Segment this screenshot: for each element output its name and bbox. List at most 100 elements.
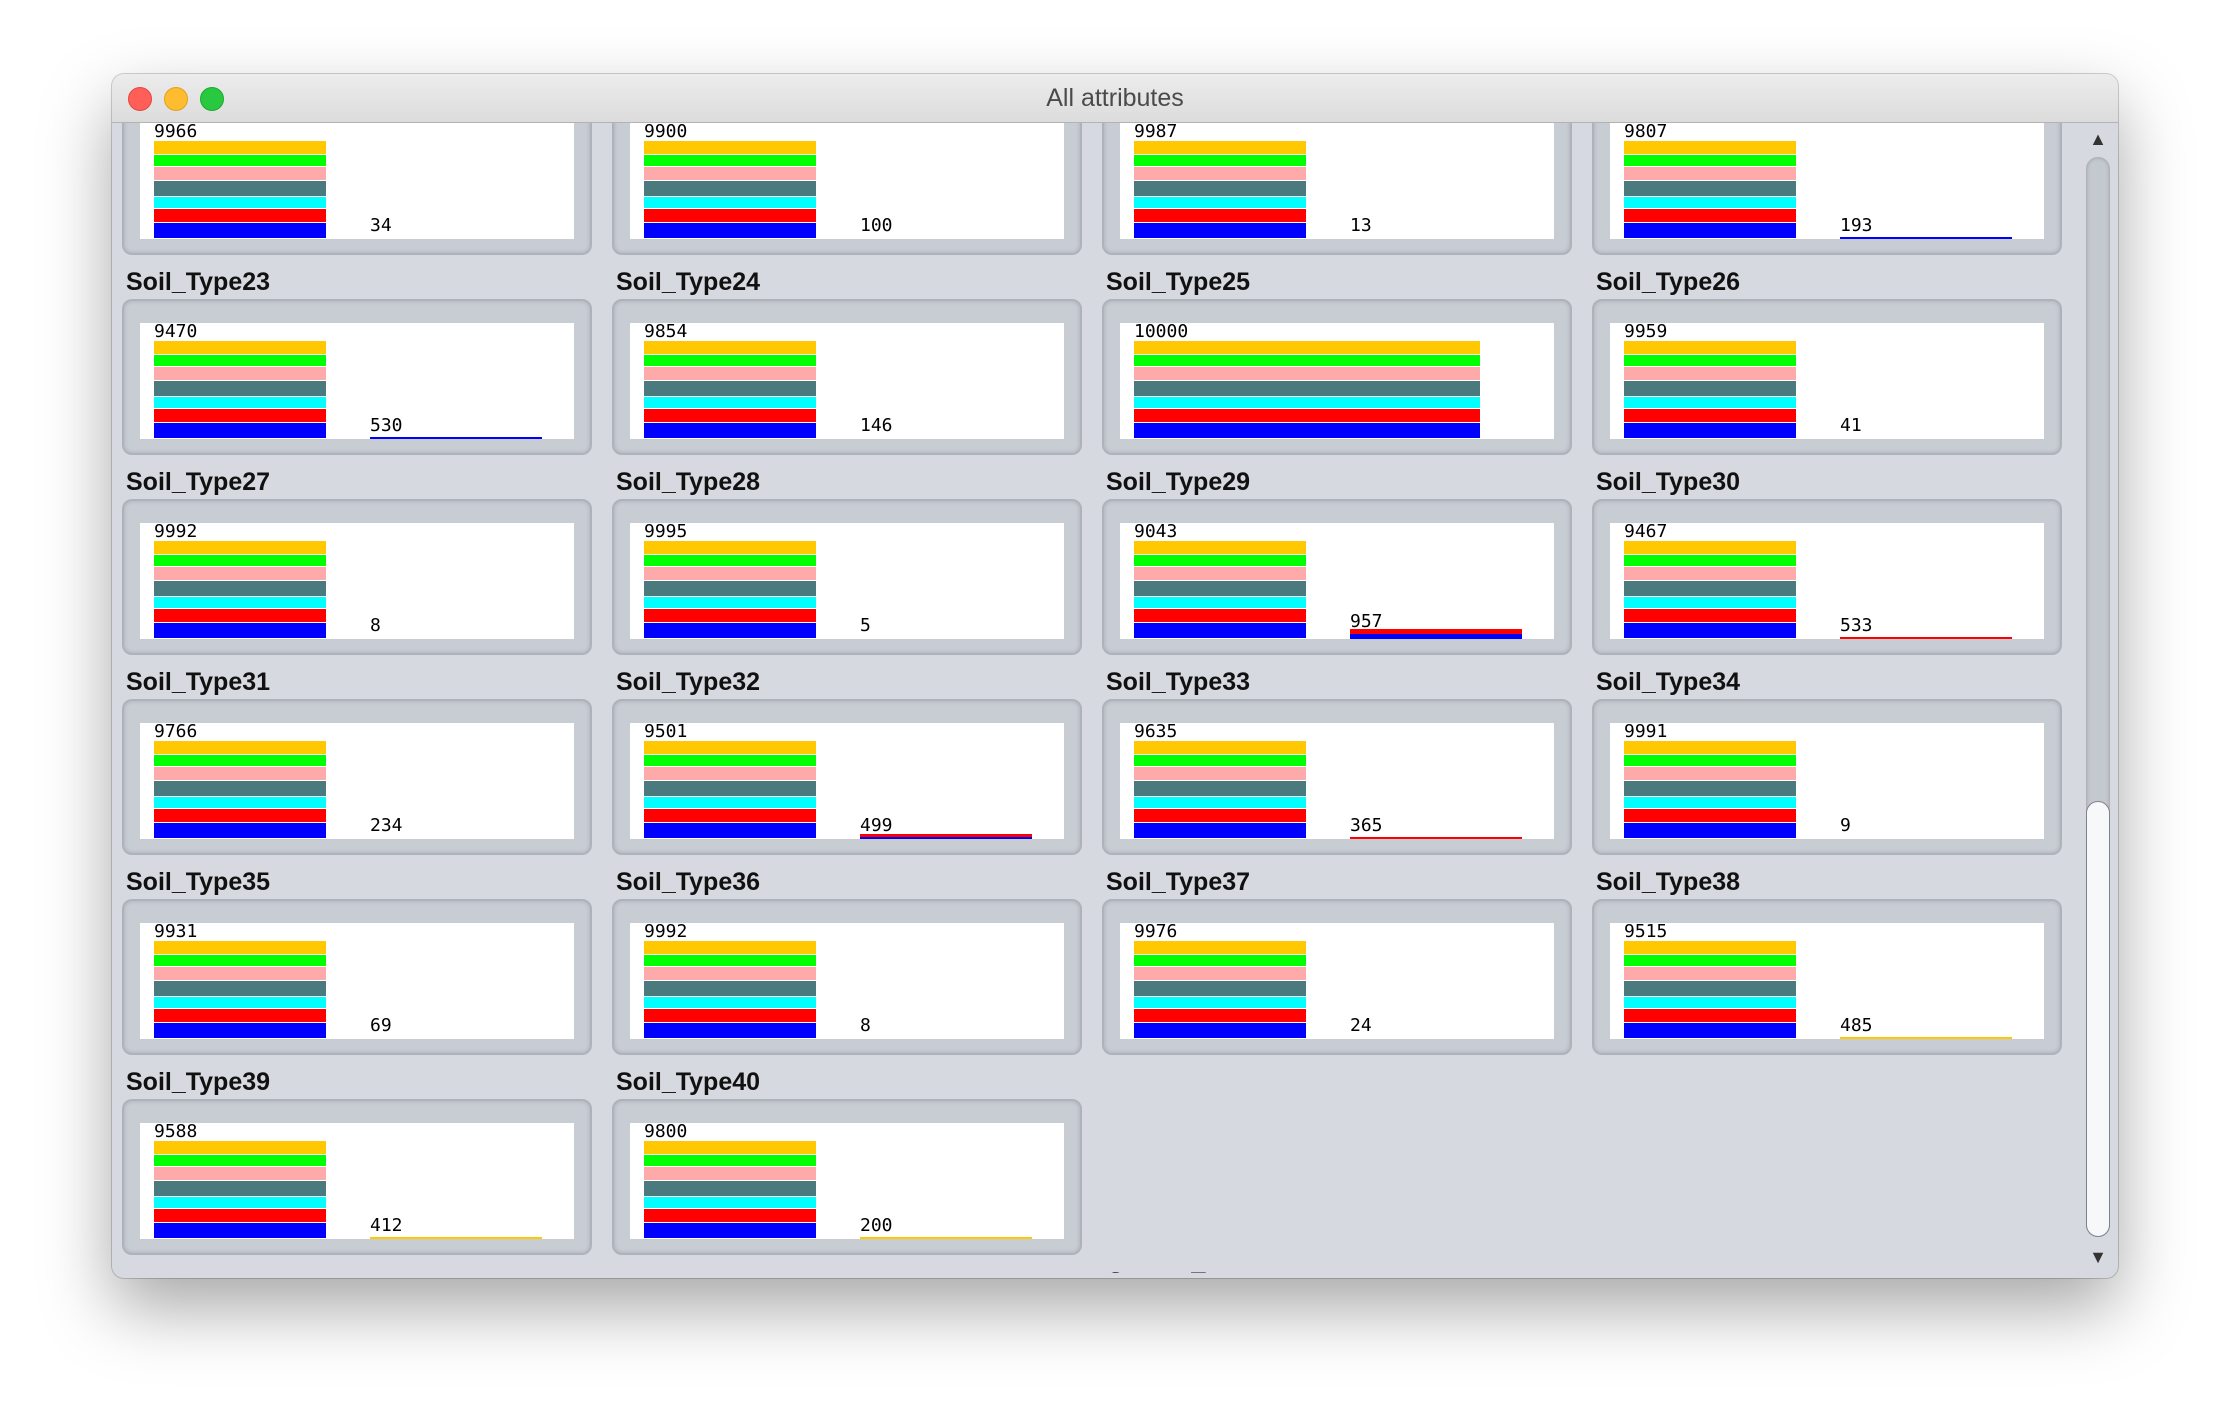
histogram-svg: 9995 5 [644, 523, 871, 638]
bar-segment [154, 797, 326, 808]
bar-segment [154, 367, 326, 380]
histogram-frame: 9470 530 [122, 299, 592, 455]
histogram-frame: 9635 365 [1102, 699, 1572, 855]
bar-count-label: 530 [370, 415, 403, 436]
attribute-tile[interactable]: Soil_Type27 9992 8 [120, 467, 596, 657]
bar-segment [154, 197, 326, 208]
bar-segment [1624, 809, 1796, 822]
bar-segment [154, 167, 326, 180]
bar-segment [644, 581, 816, 596]
bar-segment [1624, 597, 1796, 608]
vertical-scrollbar[interactable]: ▲ ▼ [2082, 123, 2114, 1273]
bar-count-label: 146 [860, 415, 893, 436]
bar-count-label: 365 [1350, 815, 1383, 836]
attribute-tile[interactable]: 9900 100 [610, 123, 1086, 257]
histogram-plot: 9515 485 [1610, 923, 2044, 1039]
bar-segment [644, 397, 816, 408]
histogram-frame: 9467 533 [1592, 499, 2062, 655]
bar-segment [1624, 141, 1796, 154]
bar-count-label: 9900 [644, 123, 687, 142]
bar-segment [644, 567, 816, 580]
attribute-tile[interactable]: Soil_Type38 9515 485 [1590, 867, 2066, 1057]
histogram-plot: 9043 957 [1120, 523, 1554, 639]
attribute-tile[interactable]: Soil_Type26 9959 41 [1590, 267, 2066, 457]
attribute-name: Soil_Type34 [1596, 668, 1741, 696]
attribute-tile[interactable]: Soil_Type32 9501 499 [610, 667, 1086, 857]
histogram-frame: 9800 200 [612, 1099, 1082, 1255]
attribute-tile[interactable]: Soil_Type37 9976 24 [1100, 867, 1576, 1057]
attribute-name: Soil_Type25 [1106, 268, 1251, 296]
histogram-plot: 9966 34 [140, 123, 574, 239]
bar-segment [1624, 823, 1796, 838]
attribute-tile[interactable]: Soil_Type24 9854 146 [610, 267, 1086, 457]
histogram-svg: 9635 365 [1134, 723, 1522, 839]
attribute-tile[interactable]: Soil_Type25 10000 [1100, 267, 1576, 457]
all-attributes-window: All attributes 9966 34 9900 100 9987 13 9807 19… [112, 74, 2118, 1278]
attribute-tile[interactable]: Soil_Type39 9588 412 [120, 1067, 596, 1257]
bar-count-label: 957 [1350, 611, 1383, 632]
attribute-tile[interactable]: Soil_Type28 9995 5 [610, 467, 1086, 657]
bar-segment [1134, 823, 1306, 838]
bar-segment [644, 181, 816, 196]
bar-count-label: 9991 [1624, 723, 1667, 742]
bar-count-label: 234 [370, 815, 403, 836]
bar-segment [154, 355, 326, 366]
bar-count-label: 9 [1840, 815, 1851, 836]
attribute-tile[interactable]: Soil_Type40 9800 200 [610, 1067, 1086, 1257]
scrollbar-thumb[interactable] [2086, 801, 2110, 1237]
bar-segment [154, 1023, 326, 1038]
histogram-frame: 9501 499 [612, 699, 1082, 855]
bar-count-label: 9966 [154, 123, 197, 142]
bar-count-label: 9959 [1624, 323, 1667, 342]
bar-segment [1624, 541, 1796, 554]
bar-segment [1134, 597, 1306, 608]
bar-count-label: 485 [1840, 1015, 1873, 1036]
attribute-tile[interactable]: 9807 193 [1590, 123, 2066, 257]
bar-count-label: 9800 [644, 1123, 687, 1142]
bar-count-label: 499 [860, 815, 893, 836]
attribute-tile[interactable]: Soil_Type34 9991 9 [1590, 667, 2066, 857]
bar-segment [154, 1009, 326, 1022]
bar-segment [1624, 609, 1796, 622]
histogram-plot: 10000 [1120, 323, 1554, 439]
attributes-grid: 9966 34 9900 100 9987 13 9807 193 Soil_Type23 947… [120, 123, 2076, 1273]
bar-segment [154, 1181, 326, 1196]
bar-segment [1134, 381, 1480, 396]
attribute-tile[interactable]: Soil_Type33 9635 365 [1100, 667, 1576, 857]
histogram-frame: 9515 485 [1592, 899, 2062, 1055]
attribute-tile[interactable]: 9987 13 [1100, 123, 1576, 257]
bar-segment [644, 955, 816, 966]
bar-count-label: 10000 [1134, 323, 1188, 342]
bar-segment [154, 1141, 326, 1154]
attribute-tile[interactable]: Soil_Type36 9992 8 [610, 867, 1086, 1057]
bar-segment [644, 823, 816, 838]
bar-segment [1624, 197, 1796, 208]
bar-count-label: 9992 [644, 923, 687, 942]
bar-segment [154, 941, 326, 954]
bar-segment [1134, 209, 1306, 222]
scroll-up-arrow-icon[interactable]: ▲ [2088, 129, 2108, 149]
bar-segment [644, 1209, 816, 1222]
bar-segment [154, 967, 326, 980]
bar-segment [1840, 1037, 2012, 1039]
bar-segment [644, 1167, 816, 1180]
bar-segment [1134, 797, 1306, 808]
bar-segment [1624, 767, 1796, 780]
scroll-down-arrow-icon[interactable]: ▼ [2088, 1247, 2108, 1267]
attribute-tile[interactable]: Soil_Type29 9043 957 [1100, 467, 1576, 657]
attribute-name: Soil_Type31 [126, 668, 271, 696]
histogram-plot: 9959 41 [1610, 323, 2044, 439]
attribute-tile[interactable]: Soil_Type23 9470 530 [120, 267, 596, 457]
histogram-frame: 9959 41 [1592, 299, 2062, 455]
attribute-tile[interactable]: Soil_Type35 9931 69 [120, 867, 596, 1057]
bar-segment [1134, 741, 1306, 754]
attribute-tile[interactable]: Cover_Type1375146212621620158313491349 [1100, 1267, 1576, 1273]
attribute-tile[interactable]: Soil_Type31 9766 234 [120, 667, 596, 857]
bar-segment [1840, 637, 2012, 639]
histogram-svg: 9992 8 [644, 923, 871, 1038]
histogram-plot: 9987 13 [1120, 123, 1554, 239]
attribute-tile[interactable]: 9966 34 [120, 123, 596, 257]
bar-segment [644, 941, 816, 954]
bar-segment [644, 541, 816, 554]
attribute-tile[interactable]: Soil_Type30 9467 533 [1590, 467, 2066, 657]
